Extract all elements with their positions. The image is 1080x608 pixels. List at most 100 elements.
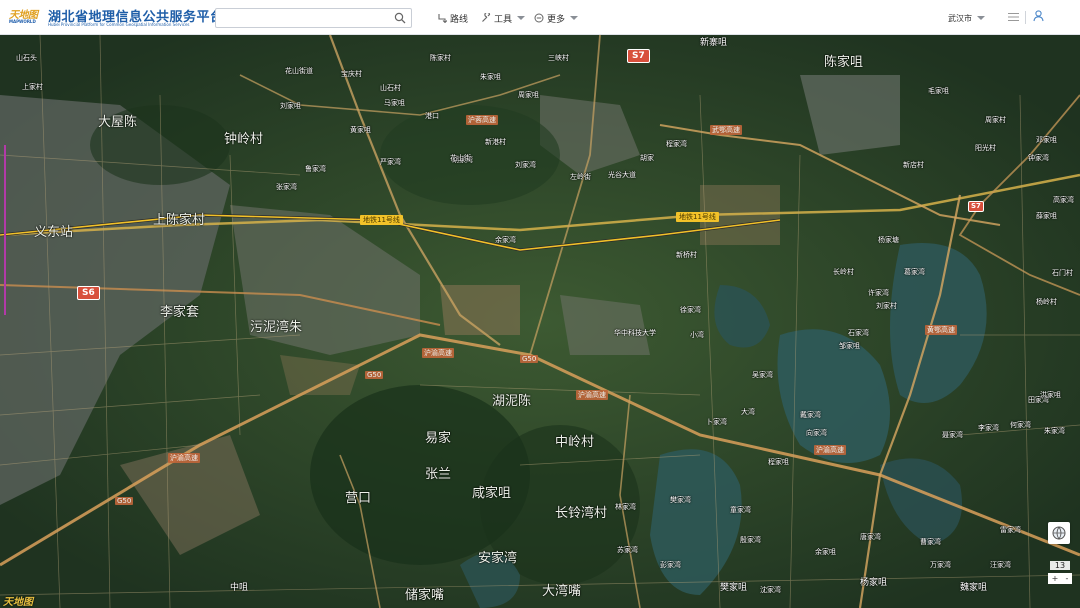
place-label: 港口	[425, 112, 439, 120]
place-label: 小湾	[690, 331, 704, 339]
place-label: 营口	[345, 491, 372, 506]
zoom-out-button[interactable]: -	[1066, 574, 1069, 583]
road-label: 沪渝高速	[576, 390, 608, 400]
place-label: 张兰	[425, 467, 452, 482]
road-label: 沪蓉高速	[466, 115, 498, 125]
route-label: 路线	[450, 14, 469, 25]
road-label: G50	[115, 497, 134, 505]
place-label: 马家咀	[384, 99, 405, 107]
place-label: 魏家咀	[960, 583, 988, 593]
place-label: 张家湾	[276, 183, 297, 191]
place-label: 周家咀	[518, 91, 539, 99]
place-label: 华中科技大学	[614, 329, 656, 337]
road-label: 黄鄂高速	[925, 325, 957, 335]
place-label: 程家咀	[768, 458, 789, 466]
place-label: 薛家咀	[1036, 212, 1057, 220]
place-label: 唐家湾	[860, 533, 881, 541]
layer-switch-button[interactable]	[1048, 522, 1070, 544]
road-label: 沪渝高速	[814, 445, 846, 455]
zoom-controls: + -	[1048, 573, 1072, 584]
tianditu-logo[interactable]: 天地图 MAPWORLD	[9, 6, 45, 30]
place-label: 上陈家村	[153, 213, 206, 228]
place-label: 朱家湾	[1044, 427, 1065, 435]
place-label: 朱家咀	[480, 73, 501, 81]
logo-subtext: MAPWORLD	[9, 19, 36, 24]
search-box[interactable]	[215, 8, 412, 31]
place-label: 钟家湾	[1028, 154, 1049, 162]
place-label: 义东站	[34, 225, 74, 240]
place-label: 胡家	[640, 154, 654, 162]
place-label: 童家湾	[730, 506, 751, 514]
tools-dropdown[interactable]: 工具	[481, 11, 526, 25]
satellite-imagery	[0, 35, 1080, 608]
place-label: 中咀	[230, 583, 249, 593]
place-label: 余家湾	[495, 236, 516, 244]
place-label: 徐家湾	[680, 306, 701, 314]
place-label: 大湾嘴	[542, 584, 582, 599]
city-selector[interactable]: 武汉市	[948, 11, 985, 25]
place-label: 陈家村	[430, 54, 451, 62]
zoom-in-button[interactable]: +	[1052, 574, 1059, 583]
place-label: 向家湾	[806, 429, 827, 437]
divider	[1025, 11, 1026, 24]
place-label: 花山街	[450, 154, 471, 162]
route-button[interactable]: 路线	[437, 11, 468, 25]
place-label: 湖泥陈	[492, 394, 532, 409]
place-label: 石家湾	[848, 329, 869, 337]
metro-label: 地铁11号线	[360, 215, 403, 225]
place-label: 余家咀	[815, 548, 836, 556]
map-view[interactable]: S7 S6 S7 地铁11号线 地铁11号线 沪渝高速 沪渝高速 沪渝高速 沪渝…	[0, 35, 1080, 608]
place-label: 周家村	[985, 116, 1006, 124]
place-label: 林家湾	[615, 503, 636, 511]
place-label: 光谷大道	[608, 171, 636, 179]
search-input[interactable]	[220, 12, 394, 31]
place-label: 山石村	[380, 84, 401, 92]
place-label: 邓家咀	[1036, 136, 1057, 144]
place-label: 三峡村	[548, 54, 569, 62]
place-label: 鲁家湾	[305, 165, 326, 173]
road-label: G50	[365, 371, 384, 379]
more-dropdown[interactable]: 更多	[534, 11, 579, 25]
user-icon[interactable]	[1033, 10, 1044, 22]
list-icon[interactable]	[1008, 12, 1019, 22]
highway-badge: S7	[968, 201, 984, 212]
place-label: 刘家村	[876, 302, 897, 310]
search-icon[interactable]	[394, 12, 406, 24]
page-subtitle: Hubei Provincial Platform for Common Geo…	[48, 22, 190, 27]
place-label: 中岭村	[555, 435, 595, 450]
place-label: 长岭村	[833, 268, 854, 276]
globe-icon	[1052, 526, 1066, 540]
place-label: 刘家咀	[280, 102, 301, 110]
place-label: 邹家咀	[839, 342, 860, 350]
road-label: 沪渝高速	[422, 348, 454, 358]
chevron-down-icon	[517, 16, 526, 20]
place-label: 卜家湾	[706, 418, 727, 426]
highway-badge: S6	[77, 286, 100, 300]
place-label: 严家湾	[380, 158, 401, 166]
place-label: 黄家咀	[350, 126, 371, 134]
place-label: 何家湾	[1010, 421, 1031, 429]
place-label: 储家嘴	[405, 588, 445, 603]
place-label: 刘家湾	[515, 161, 536, 169]
place-label: 沈家湾	[760, 586, 781, 594]
place-label: 新店村	[903, 161, 924, 169]
place-label: 聂家湾	[942, 431, 963, 439]
place-label: 易家	[425, 431, 452, 446]
road-label: G50	[520, 355, 539, 363]
place-label: 杨家咀	[860, 578, 888, 588]
zoom-level: 13	[1050, 561, 1070, 570]
city-label: 武汉市	[948, 13, 972, 23]
place-label: 新港村	[485, 138, 506, 146]
tools-label: 工具	[494, 14, 513, 25]
metro-label: 地铁11号线	[676, 212, 719, 222]
watermark-logo: 天地图	[3, 597, 33, 608]
top-bar: 天地图 MAPWORLD 湖北省地理信息公共服务平台 Hubei Provinc…	[0, 0, 1080, 35]
road-label: 沪渝高速	[168, 453, 200, 463]
place-label: 污泥湾朱	[250, 320, 303, 335]
chevron-down-icon	[570, 16, 579, 20]
more-icon	[534, 13, 544, 23]
place-label: 高家湾	[1053, 196, 1074, 204]
place-label: 葛家湾	[904, 268, 925, 276]
place-label: 苏家湾	[617, 546, 638, 554]
place-label: 吴家湾	[752, 371, 773, 379]
